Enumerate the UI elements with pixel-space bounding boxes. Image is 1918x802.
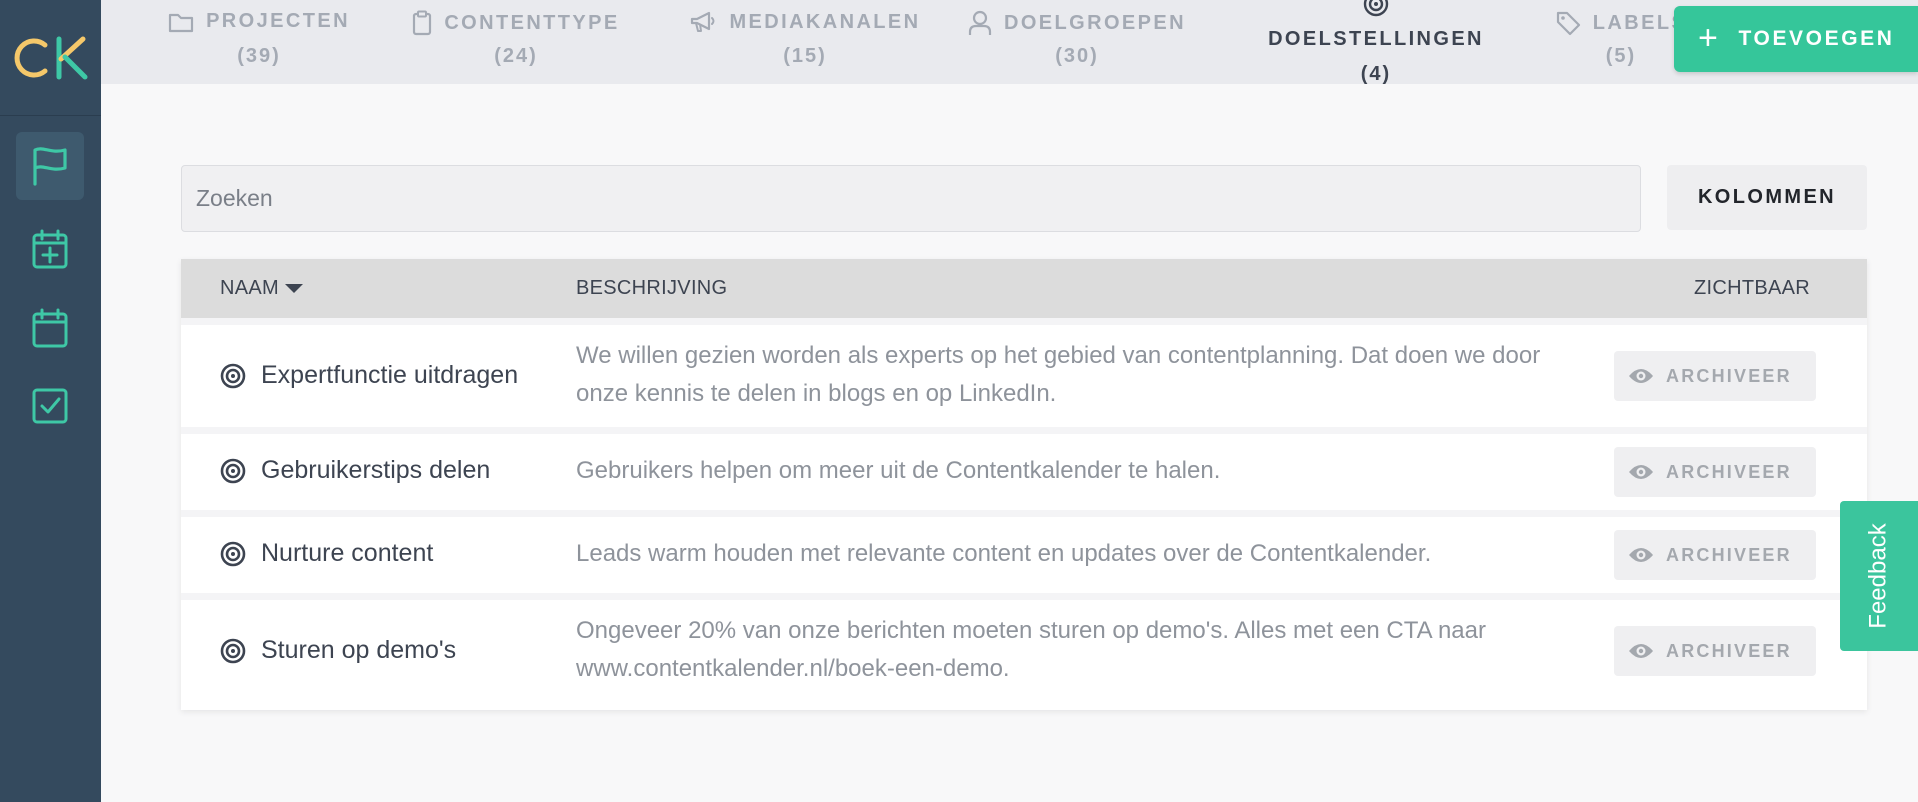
folder-icon <box>168 13 194 32</box>
archive-button-label: ARCHIVEER <box>1666 461 1792 482</box>
columns-button[interactable]: KOLOMMEN <box>1667 165 1867 230</box>
table-row[interactable]: Gebruikerstips delen Gebruikers helpen o… <box>181 434 1867 510</box>
tab-count: (4) <box>1360 63 1392 85</box>
column-header-label: NAAM <box>220 277 279 299</box>
row-divider <box>181 427 1867 434</box>
tab-count: (30) <box>1055 45 1099 67</box>
tab-label: DOELGROEPEN <box>1004 11 1186 34</box>
sidebar-item-tasks[interactable] <box>16 372 84 440</box>
goal-name-cell: Nurture content <box>219 539 433 568</box>
tab-label: PROJECTEN <box>206 10 350 32</box>
table-row[interactable]: Sturen op demo's Ongeveer 20% van onze b… <box>181 600 1867 702</box>
eye-icon <box>1629 369 1653 383</box>
app-logo[interactable] <box>0 0 101 116</box>
column-header-visible[interactable]: ZICHTBAAR <box>1694 277 1810 300</box>
row-divider <box>181 510 1867 517</box>
goal-name: Sturen op demo's <box>261 636 457 664</box>
target-icon <box>220 363 246 388</box>
clipboard-icon <box>413 10 432 36</box>
checkbox-icon <box>32 388 68 424</box>
eye-icon <box>1629 465 1653 479</box>
tab-projecten[interactable]: PROJECTEN (39) <box>159 0 359 84</box>
archive-button[interactable]: ARCHIVEER <box>1614 530 1816 580</box>
entity-tabs: PROJECTEN (39) CONTENTTYPE (24) MEDIAKAN… <box>101 0 1918 85</box>
tab-doelstellingen[interactable]: DOELSTELLINGEN (4) <box>1251 0 1501 85</box>
add-button-label: TOEVOEGEN <box>1738 27 1895 50</box>
goal-name: Nurture content <box>261 539 434 567</box>
tab-doelgroepen[interactable]: DOELGROEPEN (30) <box>967 0 1187 84</box>
sort-desc-icon <box>284 284 303 294</box>
plus-icon: + <box>1698 18 1721 57</box>
add-button[interactable]: + TOEVOEGEN <box>1674 6 1918 72</box>
column-header-description[interactable]: BESCHRIJVING <box>576 277 727 300</box>
tab-count: (39) <box>237 45 281 67</box>
goal-description: Ongeveer 20% van onze berichten moeten s… <box>576 617 1486 682</box>
sidebar <box>0 0 101 802</box>
goal-name: Gebruikerstips delen <box>261 456 491 484</box>
feedback-label: Feedback <box>1865 523 1892 629</box>
table-row[interactable]: Expertfunctie uitdragen We willen gezien… <box>181 325 1867 427</box>
goal-description: Gebruikers helpen om meer uit de Content… <box>576 457 1221 484</box>
archive-button-label: ARCHIVEER <box>1666 640 1792 661</box>
table-row[interactable]: Nurture content Leads warm houden met re… <box>181 517 1867 593</box>
table-header: NAAM BESCHRIJVING ZICHTBAAR <box>181 259 1867 318</box>
tag-icon <box>1556 11 1580 36</box>
target-icon <box>220 458 246 483</box>
megaphone-icon <box>691 11 715 32</box>
goal-description: We willen gezien worden als experts op h… <box>576 342 1541 407</box>
sidebar-item-calendar[interactable] <box>16 294 84 362</box>
target-icon <box>220 638 246 663</box>
row-divider <box>181 593 1867 600</box>
goal-name-cell: Sturen op demo's <box>219 636 456 665</box>
goal-name-cell: Expertfunctie uitdragen <box>219 361 518 390</box>
ck-logo-icon <box>14 36 87 79</box>
eye-icon <box>1629 548 1653 562</box>
calendar-plus-icon <box>32 229 68 269</box>
flag-icon <box>33 147 67 186</box>
archive-button-label: ARCHIVEER <box>1666 544 1792 565</box>
target-icon <box>220 541 246 566</box>
archive-button[interactable]: ARCHIVEER <box>1614 351 1816 401</box>
user-icon <box>968 10 992 35</box>
goal-name: Expertfunctie uitdragen <box>261 361 519 389</box>
calendar-icon <box>32 308 68 348</box>
column-header-name[interactable]: NAAM <box>220 277 303 300</box>
goals-table: NAAM BESCHRIJVING ZICHTBAAR Expertfuncti… <box>181 259 1867 710</box>
tab-count: (15) <box>783 45 827 67</box>
sidebar-item-new-item[interactable] <box>16 215 84 283</box>
tab-label: MEDIAKANALEN <box>729 10 921 33</box>
archive-button[interactable]: ARCHIVEER <box>1614 626 1816 676</box>
tab-mediakanalen[interactable]: MEDIAKANALEN (15) <box>675 0 935 84</box>
eye-icon <box>1629 644 1653 658</box>
tab-count: (24) <box>494 45 538 67</box>
tab-label: DOELSTELLINGEN <box>1268 28 1484 50</box>
archive-button[interactable]: ARCHIVEER <box>1614 447 1816 497</box>
row-divider <box>181 318 1867 325</box>
target-icon <box>1363 0 1389 17</box>
feedback-tab[interactable]: Feedback <box>1840 501 1918 651</box>
goal-description: Leads warm houden met relevante content … <box>576 540 1432 567</box>
search-input[interactable] <box>181 165 1641 232</box>
goal-name-cell: Gebruikerstips delen <box>219 456 490 485</box>
sidebar-item-goals[interactable] <box>16 132 84 200</box>
archive-button-label: ARCHIVEER <box>1666 365 1792 386</box>
tab-contenttype[interactable]: CONTENTTYPE (24) <box>406 0 626 84</box>
tab-label: CONTENTTYPE <box>444 11 620 34</box>
